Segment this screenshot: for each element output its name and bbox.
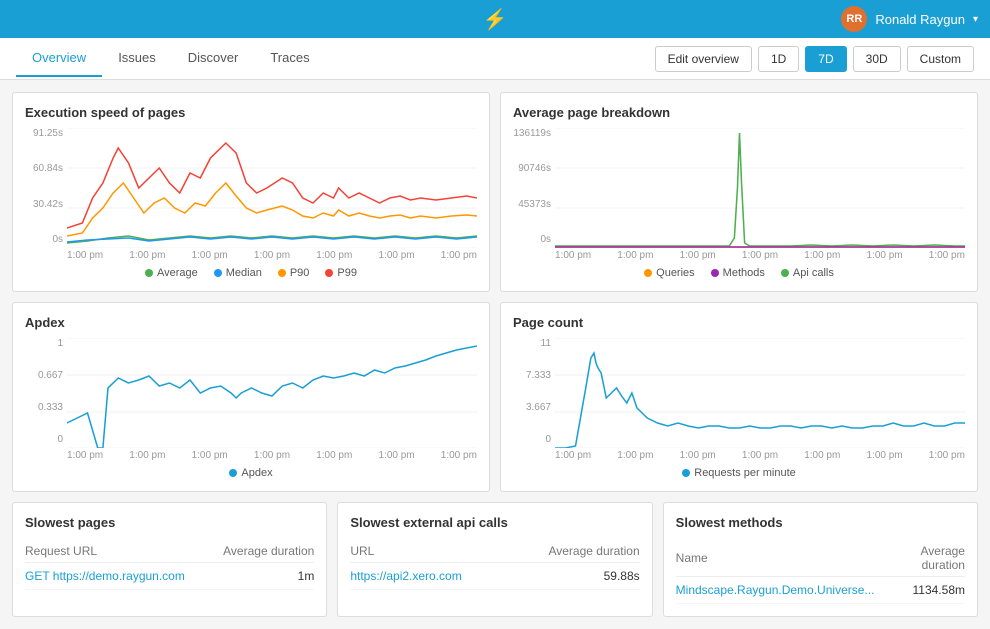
slowest-api-table: URL Average duration https://api2.xero.c… [350, 540, 639, 590]
period-7d-button[interactable]: 7D [805, 46, 846, 72]
period-1d-button[interactable]: 1D [758, 46, 799, 72]
legend-median: Median [214, 267, 262, 279]
page-count-y-axis: 11 7.333 3.667 0 [513, 338, 551, 461]
execution-speed-y-axis: 91.25s 60.84s 30.42s 0s [25, 128, 63, 261]
period-30d-button[interactable]: 30D [853, 46, 901, 72]
legend-queries-dot [644, 269, 652, 277]
nav-tabs: Overview Issues Discover Traces [16, 40, 655, 77]
apdex-chart: 1 0.667 0.333 0 1:00 pm 1:00 p [25, 338, 477, 461]
slowest-api-duration: 59.88s [509, 563, 639, 590]
legend-average-dot [145, 269, 153, 277]
slowest-pages-col-url: Request URL [25, 540, 209, 563]
table-row: https://api2.xero.com 59.88s [350, 563, 639, 590]
slowest-methods-col-duration: Average duration [874, 540, 965, 577]
tab-issues[interactable]: Issues [102, 40, 172, 77]
slowest-methods-col-name: Name [676, 540, 875, 577]
page-count-panel: Page count 11 7.333 3.667 0 [500, 302, 978, 492]
page-count-title: Page count [513, 315, 965, 330]
legend-requests: Requests per minute [682, 467, 796, 479]
slowest-methods-title: Slowest methods [676, 515, 965, 530]
slowest-api-title: Slowest external api calls [350, 515, 639, 530]
slowest-api-col-url: URL [350, 540, 509, 563]
slowest-method-duration: 1134.58m [874, 577, 965, 604]
execution-speed-panel: Execution speed of pages 91.25s 60.84s 3… [12, 92, 490, 292]
page-count-svg [555, 338, 965, 448]
apdex-y-axis: 1 0.667 0.333 0 [25, 338, 63, 461]
user-area[interactable]: RR Ronald Raygun ▾ [841, 6, 978, 32]
execution-speed-title: Execution speed of pages [25, 105, 477, 120]
legend-api-calls-dot [781, 269, 789, 277]
charts-row-2: Apdex 1 0.667 0.333 0 [12, 302, 978, 492]
page-breakdown-legend: Queries Methods Api calls [513, 267, 965, 279]
apdex-legend: Apdex [25, 467, 477, 479]
slowest-page-url-link[interactable]: GET https://demo.raygun.com [25, 569, 185, 583]
slowest-pages-table: Request URL Average duration GET https:/… [25, 540, 314, 590]
slowest-page-url: GET https://demo.raygun.com [25, 563, 209, 590]
top-header: ⚡ RR Ronald Raygun ▾ [0, 0, 990, 38]
nav-actions: Edit overview 1D 7D 30D Custom [655, 46, 974, 72]
page-breakdown-chart-inner: 1:00 pm 1:00 pm 1:00 pm 1:00 pm 1:00 pm … [555, 128, 965, 261]
nav-bar: Overview Issues Discover Traces Edit ove… [0, 38, 990, 80]
period-custom-button[interactable]: Custom [907, 46, 974, 72]
charts-row-1: Execution speed of pages 91.25s 60.84s 3… [12, 92, 978, 292]
legend-queries: Queries [644, 267, 695, 279]
user-name: Ronald Raygun [875, 12, 965, 27]
apdex-svg [67, 338, 477, 448]
page-breakdown-y-axis: 136119s 90746s 45373s 0s [513, 128, 551, 261]
page-breakdown-svg [555, 128, 965, 248]
page-count-x-axis: 1:00 pm 1:00 pm 1:00 pm 1:00 pm 1:00 pm … [555, 450, 965, 461]
slowest-page-duration: 1m [209, 563, 314, 590]
tab-traces[interactable]: Traces [254, 40, 325, 77]
execution-speed-chart: 91.25s 60.84s 30.42s 0s [25, 128, 477, 261]
chevron-down-icon: ▾ [973, 14, 978, 25]
slowest-method-name-link[interactable]: Mindscape.Raygun.Demo.Universe... [676, 583, 875, 597]
slowest-api-url: https://api2.xero.com [350, 563, 509, 590]
slowest-pages-title: Slowest pages [25, 515, 314, 530]
execution-speed-x-axis: 1:00 pm 1:00 pm 1:00 pm 1:00 pm 1:00 pm … [67, 250, 477, 261]
apdex-panel: Apdex 1 0.667 0.333 0 [12, 302, 490, 492]
page-count-chart-inner: 1:00 pm 1:00 pm 1:00 pm 1:00 pm 1:00 pm … [555, 338, 965, 461]
apdex-chart-inner: 1:00 pm 1:00 pm 1:00 pm 1:00 pm 1:00 pm … [67, 338, 477, 461]
slowest-methods-table: Name Average duration Mindscape.Raygun.D… [676, 540, 965, 604]
page-breakdown-x-axis: 1:00 pm 1:00 pm 1:00 pm 1:00 pm 1:00 pm … [555, 250, 965, 261]
table-row: GET https://demo.raygun.com 1m [25, 563, 314, 590]
slowest-api-col-duration: Average duration [509, 540, 639, 563]
slowest-method-name: Mindscape.Raygun.Demo.Universe... [676, 577, 875, 604]
main-content: Execution speed of pages 91.25s 60.84s 3… [0, 80, 990, 629]
apdex-x-axis: 1:00 pm 1:00 pm 1:00 pm 1:00 pm 1:00 pm … [67, 450, 477, 461]
legend-requests-dot [682, 469, 690, 477]
legend-p99: P99 [325, 267, 357, 279]
avatar: RR [841, 6, 867, 32]
legend-p90: P90 [278, 267, 310, 279]
legend-median-dot [214, 269, 222, 277]
page-breakdown-title: Average page breakdown [513, 105, 965, 120]
edit-overview-button[interactable]: Edit overview [655, 46, 752, 72]
legend-methods: Methods [711, 267, 765, 279]
slowest-pages-panel: Slowest pages Request URL Average durati… [12, 502, 327, 617]
legend-apdex-dot [229, 469, 237, 477]
apdex-title: Apdex [25, 315, 477, 330]
legend-methods-dot [711, 269, 719, 277]
logo-icon: ⚡ [483, 7, 508, 32]
slowest-pages-col-duration: Average duration [209, 540, 314, 563]
page-count-chart: 11 7.333 3.667 0 1:00 pm 1:00 [513, 338, 965, 461]
tab-overview[interactable]: Overview [16, 40, 102, 77]
legend-apdex: Apdex [229, 467, 272, 479]
page-breakdown-chart: 136119s 90746s 45373s 0s [513, 128, 965, 261]
page-count-legend: Requests per minute [513, 467, 965, 479]
execution-speed-legend: Average Median P90 P99 [25, 267, 477, 279]
slowest-api-panel: Slowest external api calls URL Average d… [337, 502, 652, 617]
execution-speed-chart-inner: 1:00 pm 1:00 pm 1:00 pm 1:00 pm 1:00 pm … [67, 128, 477, 261]
legend-api-calls: Api calls [781, 267, 834, 279]
tab-discover[interactable]: Discover [172, 40, 255, 77]
table-row: Mindscape.Raygun.Demo.Universe... 1134.5… [676, 577, 965, 604]
execution-speed-svg [67, 128, 477, 248]
tables-row: Slowest pages Request URL Average durati… [12, 502, 978, 617]
legend-p90-dot [278, 269, 286, 277]
page-breakdown-panel: Average page breakdown 136119s 90746s 45… [500, 92, 978, 292]
slowest-api-url-link[interactable]: https://api2.xero.com [350, 569, 461, 583]
slowest-methods-panel: Slowest methods Name Average duration Mi… [663, 502, 978, 617]
legend-average: Average [145, 267, 198, 279]
legend-p99-dot [325, 269, 333, 277]
